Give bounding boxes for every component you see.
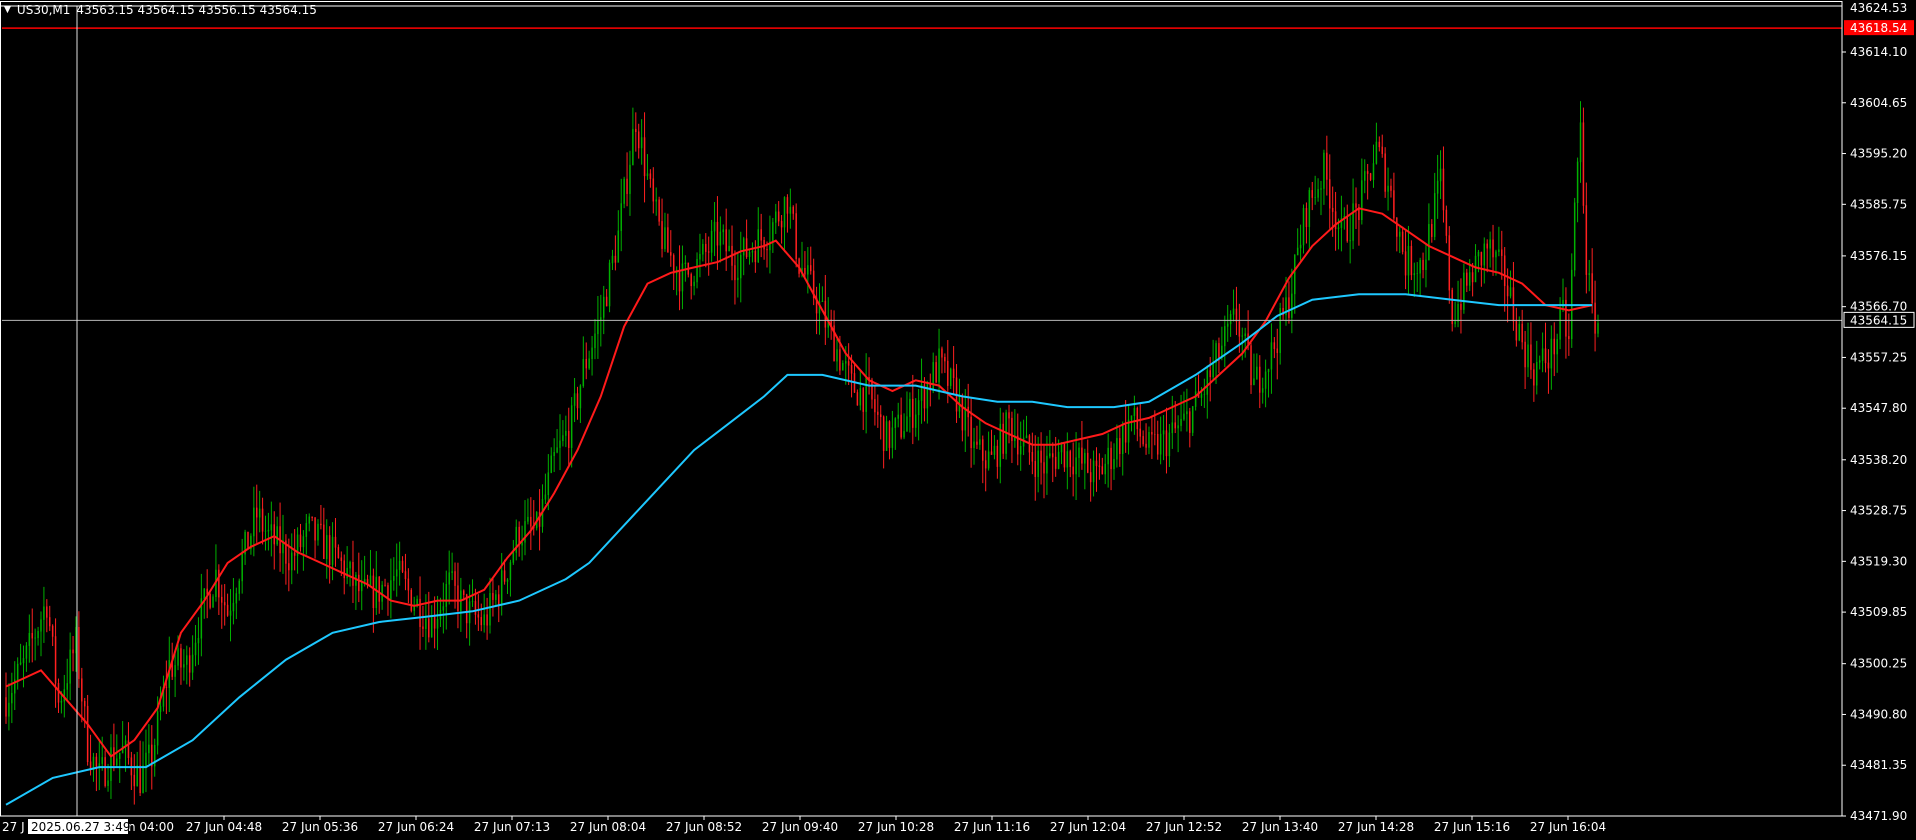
chart-window[interactable]: 43614.10 43604.65 43595.20 43585.75 43576.15… (0, 0, 1916, 840)
x-tick-label: 27 Jun 06:24 (378, 820, 454, 834)
bid-price-label: 43564.15 (1850, 313, 1907, 327)
y-tick-label: 43595.20 (1850, 147, 1907, 161)
x-tick-label: 27 Jun 09:40 (762, 820, 838, 834)
y-tick-label: 43471.90 (1850, 809, 1907, 823)
x-tick-label: 27 Jun 14:28 (1338, 820, 1414, 834)
y-tick-label: 43500.25 (1850, 657, 1907, 671)
y-tick-label: 43547.80 (1850, 401, 1907, 415)
slow-moving-average-line (5, 293, 1593, 806)
candles-layer (5, 101, 1599, 805)
y-tick-label: 43566.70 (1850, 300, 1907, 314)
y-tick-label: 43557.25 (1850, 350, 1907, 364)
alert-price-label: 43618.54 (1850, 21, 1907, 35)
y-tick-label: 43604.65 (1850, 96, 1907, 110)
y-tick-label: 43490.80 (1850, 707, 1907, 721)
x-tick-label: 27 Jun 05:36 (282, 820, 358, 834)
x-tick-label: 27 Jun 15:16 (1434, 820, 1510, 834)
x-tick-label: 27 Jun 12:52 (1146, 820, 1222, 834)
y-tick-label: 43576.15 (1850, 249, 1907, 263)
fast-moving-average-line (5, 207, 1593, 758)
chart-header: ▼ US30,M1 43563.15 43564.15 43556.15 435… (4, 3, 317, 17)
y-tick-label: 43519.30 (1850, 554, 1907, 568)
y-tick-label: 43509.85 (1850, 605, 1907, 619)
x-tick-label: 27 Jun 08:04 (570, 820, 646, 834)
crosshair-time-label: 2025.06.27 3:49 (31, 820, 130, 834)
y-tick-label: 43481.35 (1850, 758, 1907, 772)
top-price-label: 43624.53 (1850, 1, 1907, 15)
x-tick-label: 27 Jun 10:28 (858, 820, 934, 834)
x-tick-label: 27 Jun 16:04 (1530, 820, 1606, 834)
moving-averages-layer (5, 207, 1593, 806)
y-tick-label: 43528.75 (1850, 504, 1907, 518)
x-tick-label: 27 Jun 04:48 (186, 820, 262, 834)
symbol-label: US30,M1 (16, 3, 71, 17)
x-tick-label: 27 Jun 12:04 (1050, 820, 1126, 834)
y-tick-label: 43585.75 (1850, 197, 1907, 211)
x-tick-label: 27 Jun 11:16 (954, 820, 1030, 834)
triangle-down-icon[interactable]: ▼ (4, 5, 11, 15)
price-chart[interactable]: 43614.10 43604.65 43595.20 43585.75 43576.15… (0, 0, 1916, 840)
y-tick-label: 43538.20 (1850, 453, 1907, 467)
x-tick-label: 27 Jun 13:40 (1242, 820, 1318, 834)
x-tick-label: 27 Jun 07:13 (474, 820, 550, 834)
x-tick-label: 27 Jun 08:52 (666, 820, 742, 834)
ohlc-label: 43563.15 43564.15 43556.15 43564.15 (76, 3, 317, 17)
x-tick-label-clipped: 27 J (2, 820, 25, 834)
x-tick-label-partial: n 04:00 (128, 820, 174, 834)
y-tick-label: 43614.10 (1850, 45, 1907, 59)
